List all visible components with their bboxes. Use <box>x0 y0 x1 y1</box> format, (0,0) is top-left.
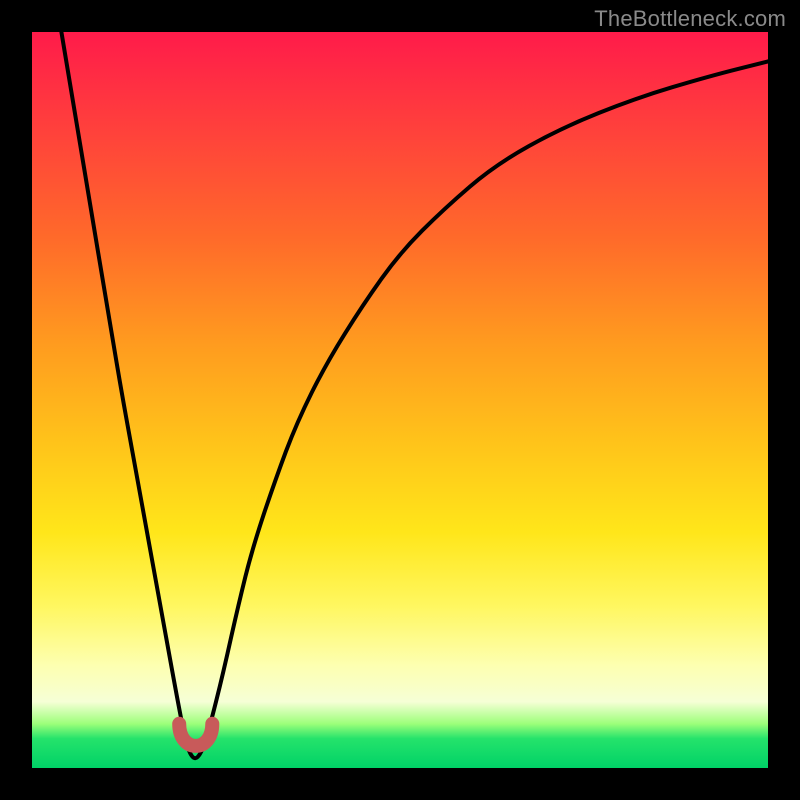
watermark-text: TheBottleneck.com <box>594 6 786 32</box>
bottleneck-curve <box>61 32 768 758</box>
chart-frame: TheBottleneck.com <box>0 0 800 800</box>
curve-layer <box>32 32 768 768</box>
plot-area <box>32 32 768 768</box>
min-region-marker <box>179 724 212 746</box>
